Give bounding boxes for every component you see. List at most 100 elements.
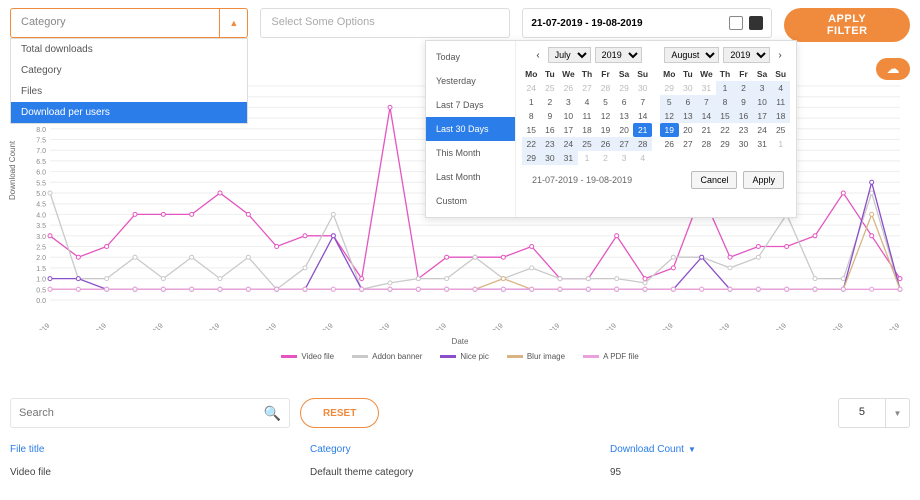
legend-item[interactable]: Addon banner: [352, 352, 422, 361]
calendar-day[interactable]: 4: [633, 151, 652, 165]
calendar-day[interactable]: 22: [522, 137, 541, 151]
date-preset[interactable]: Today: [426, 45, 515, 69]
calendar-day[interactable]: 10: [753, 95, 772, 109]
calendar-day[interactable]: 25: [578, 137, 597, 151]
calendar-day[interactable]: 27: [578, 81, 597, 95]
calendar-day[interactable]: 19: [596, 123, 615, 137]
calendar-day[interactable]: 28: [633, 137, 652, 151]
calendar-day[interactable]: 25: [771, 123, 790, 137]
date-range-field[interactable]: [531, 18, 723, 29]
calendar-day[interactable]: 7: [633, 95, 652, 109]
calendar-day[interactable]: 29: [716, 137, 735, 151]
reset-button[interactable]: RESET: [300, 398, 379, 428]
calendar-day[interactable]: 27: [679, 137, 698, 151]
date-cancel-button[interactable]: Cancel: [691, 171, 737, 189]
category-option[interactable]: Total downloads: [11, 39, 247, 60]
calendar-day[interactable]: 22: [716, 123, 735, 137]
calendar-day[interactable]: 3: [559, 95, 578, 109]
calendar-day[interactable]: 31: [559, 151, 578, 165]
calendar-day[interactable]: 2: [596, 151, 615, 165]
legend-item[interactable]: Nice pic: [440, 352, 488, 361]
calendar-day[interactable]: 30: [633, 81, 652, 95]
calendar-day[interactable]: 3: [753, 81, 772, 95]
search-input[interactable]: [19, 407, 264, 419]
calendar-day[interactable]: 18: [771, 109, 790, 123]
calendar-day[interactable]: 13: [615, 109, 634, 123]
date-apply-button[interactable]: Apply: [743, 171, 784, 189]
search-icon[interactable]: 🔍: [264, 405, 281, 422]
calendar-day[interactable]: 11: [578, 109, 597, 123]
calendar-day[interactable]: 26: [559, 81, 578, 95]
calendar-day[interactable]: 2: [734, 81, 753, 95]
date-preset[interactable]: Last 7 Days: [426, 93, 515, 117]
col-download-count[interactable]: Download Count ▼: [610, 444, 910, 455]
calendar-day[interactable]: 30: [734, 137, 753, 151]
calendar-day[interactable]: 16: [541, 123, 560, 137]
calendar-day[interactable]: 9: [734, 95, 753, 109]
calendar-day[interactable]: 9: [541, 109, 560, 123]
apply-filter-button[interactable]: APPLY FILTER: [784, 8, 910, 42]
calendar-day[interactable]: 31: [753, 137, 772, 151]
page-size-select[interactable]: 5 ▼: [838, 398, 910, 428]
multi-select[interactable]: Select Some Options: [260, 8, 510, 38]
date-preset[interactable]: Last Month: [426, 165, 515, 189]
cloud-download-icon[interactable]: ☁: [876, 58, 910, 80]
calendar-day[interactable]: 14: [697, 109, 716, 123]
calendar-day[interactable]: 3: [615, 151, 634, 165]
category-option[interactable]: Files: [11, 81, 247, 102]
date-preset[interactable]: This Month: [426, 141, 515, 165]
calendar-day[interactable]: 17: [753, 109, 772, 123]
calendar-day[interactable]: 15: [522, 123, 541, 137]
table-row[interactable]: Video file Default theme category 95: [10, 461, 910, 484]
col-file-title[interactable]: File title: [10, 444, 310, 455]
calendar-day[interactable]: 20: [615, 123, 634, 137]
calendar-day[interactable]: 11: [771, 95, 790, 109]
calendar-day[interactable]: 19: [660, 123, 679, 137]
calendar-day[interactable]: 26: [660, 137, 679, 151]
calendar-day[interactable]: 12: [660, 109, 679, 123]
calendar-day[interactable]: 28: [697, 137, 716, 151]
date-preset[interactable]: Yesterday: [426, 69, 515, 93]
prev-month-icon[interactable]: ‹: [532, 50, 543, 61]
calendar-day[interactable]: 24: [559, 137, 578, 151]
calendar-day[interactable]: 30: [541, 151, 560, 165]
calendar-day[interactable]: 13: [679, 109, 698, 123]
legend-item[interactable]: A PDF file: [583, 352, 639, 361]
year-select-left[interactable]: 2019: [595, 47, 642, 63]
calendar-day[interactable]: 23: [541, 137, 560, 151]
calendar-day[interactable]: 1: [578, 151, 597, 165]
calendar-day[interactable]: 30: [679, 81, 698, 95]
date-preset[interactable]: Last 30 Days: [426, 117, 515, 141]
calendar-day[interactable]: 10: [559, 109, 578, 123]
calendar-day[interactable]: 8: [522, 109, 541, 123]
date-range-input[interactable]: [522, 8, 772, 38]
calendar-day[interactable]: 6: [615, 95, 634, 109]
calendar-day[interactable]: 25: [541, 81, 560, 95]
calendar-day[interactable]: 18: [578, 123, 597, 137]
next-month-icon[interactable]: ›: [774, 50, 785, 61]
calendar-day[interactable]: 7: [697, 95, 716, 109]
col-category[interactable]: Category: [310, 444, 610, 455]
legend-item[interactable]: Video file: [281, 352, 334, 361]
calendar-day[interactable]: 29: [660, 81, 679, 95]
legend-item[interactable]: Blur image: [507, 352, 565, 361]
calendar-day[interactable]: 28: [596, 81, 615, 95]
calendar-day[interactable]: 23: [734, 123, 753, 137]
calendar-day[interactable]: 29: [522, 151, 541, 165]
category-select[interactable]: Category ▲ Total downloadsCategoryFilesD…: [10, 8, 248, 38]
calendar-day[interactable]: 8: [716, 95, 735, 109]
calendar-day[interactable]: 1: [522, 95, 541, 109]
month-select-left[interactable]: July: [548, 47, 591, 63]
calendar-day[interactable]: 17: [559, 123, 578, 137]
calendar-day[interactable]: 6: [679, 95, 698, 109]
calendar-day[interactable]: 12: [596, 109, 615, 123]
calendar-day[interactable]: 5: [660, 95, 679, 109]
month-select-right[interactable]: August: [664, 47, 719, 63]
calendar-day[interactable]: 4: [771, 81, 790, 95]
category-option[interactable]: Download per users: [11, 102, 247, 123]
calendar-day[interactable]: 24: [522, 81, 541, 95]
search-box[interactable]: 🔍: [10, 398, 290, 428]
date-preset[interactable]: Custom: [426, 189, 515, 213]
calendar-day[interactable]: 24: [753, 123, 772, 137]
calendar-day[interactable]: 15: [716, 109, 735, 123]
